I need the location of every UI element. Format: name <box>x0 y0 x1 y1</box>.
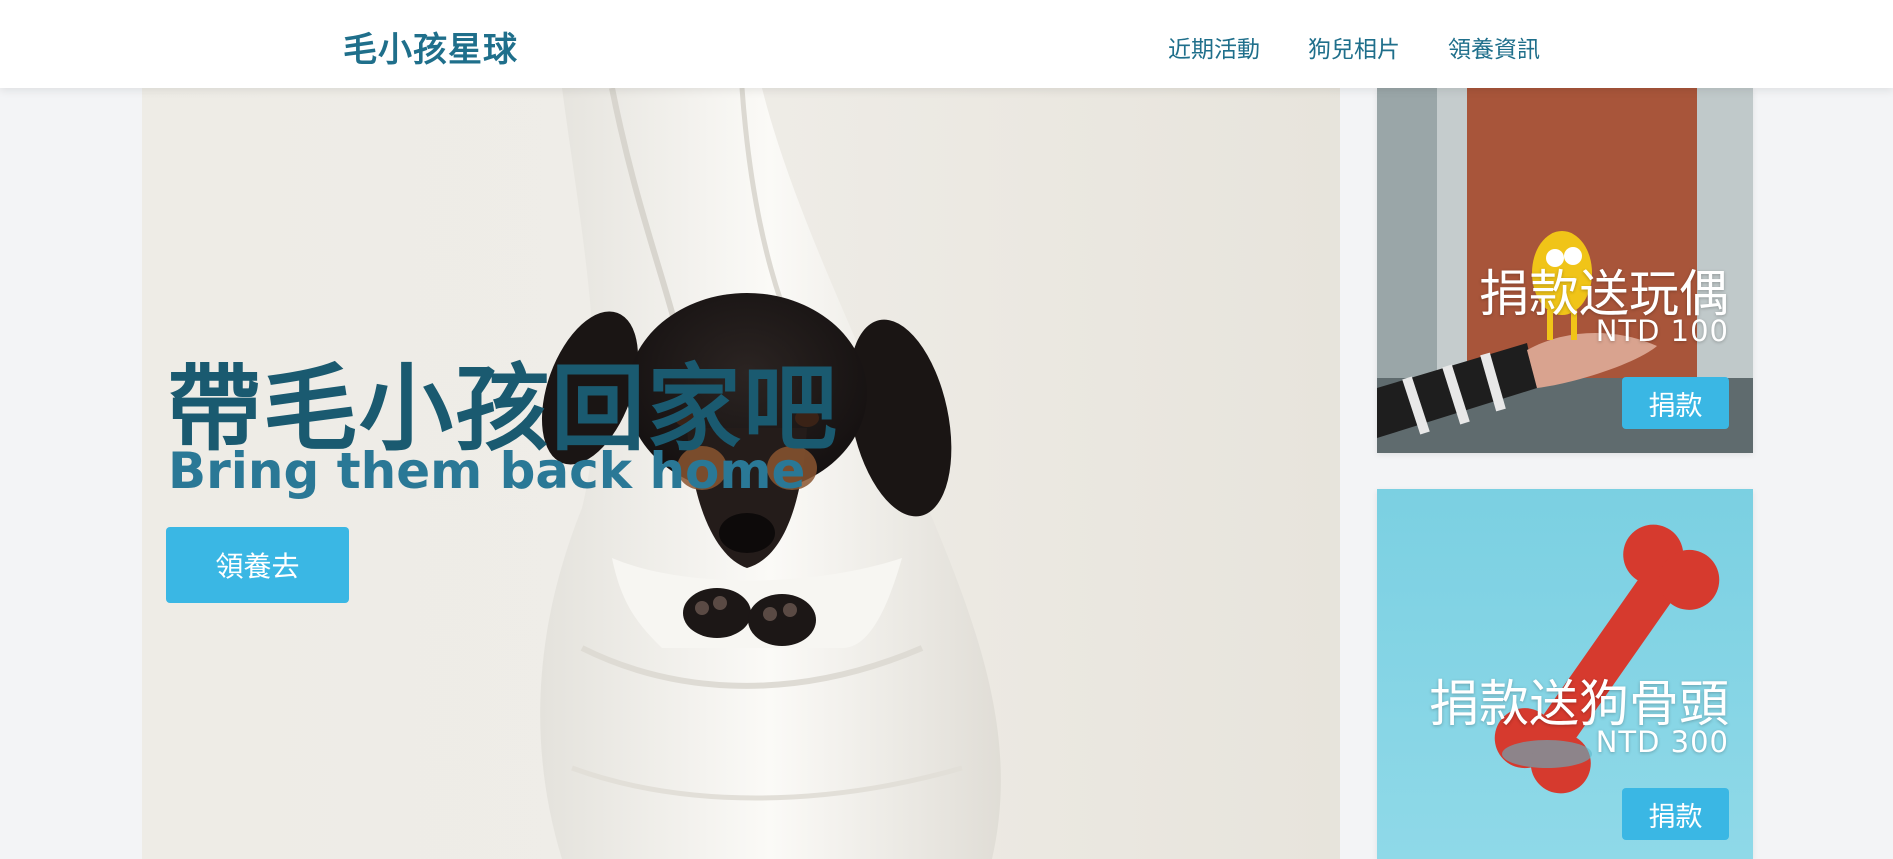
hero-banner: 帶毛小孩回家吧 Bring them back home 領養去 <box>142 88 1340 859</box>
adopt-button[interactable]: 領養去 <box>166 527 349 603</box>
brand-logo[interactable]: 毛小孩星球 <box>343 22 518 71</box>
hero-subtitle: Bring them back home <box>168 442 806 500</box>
card-price: NTD 100 <box>1595 314 1729 348</box>
navbar: 毛小孩星球 近期活動 狗兒相片 領養資訊 <box>0 0 1893 88</box>
nav-link-events[interactable]: 近期活動 <box>1168 30 1260 64</box>
donate-button[interactable]: 捐款 <box>1622 377 1729 429</box>
nav-link-dog-photos[interactable]: 狗兒相片 <box>1308 30 1400 64</box>
donation-card-toy: 捐款送玩偶 NTD 100 捐款 <box>1377 88 1753 453</box>
card-price: NTD 300 <box>1595 725 1729 759</box>
nav-link-adoption-info[interactable]: 領養資訊 <box>1448 30 1540 64</box>
nav-links: 近期活動 狗兒相片 領養資訊 <box>1168 30 1540 64</box>
donate-button[interactable]: 捐款 <box>1622 788 1729 840</box>
donation-card-bone: 捐款送狗骨頭 NTD 300 捐款 <box>1377 489 1753 859</box>
